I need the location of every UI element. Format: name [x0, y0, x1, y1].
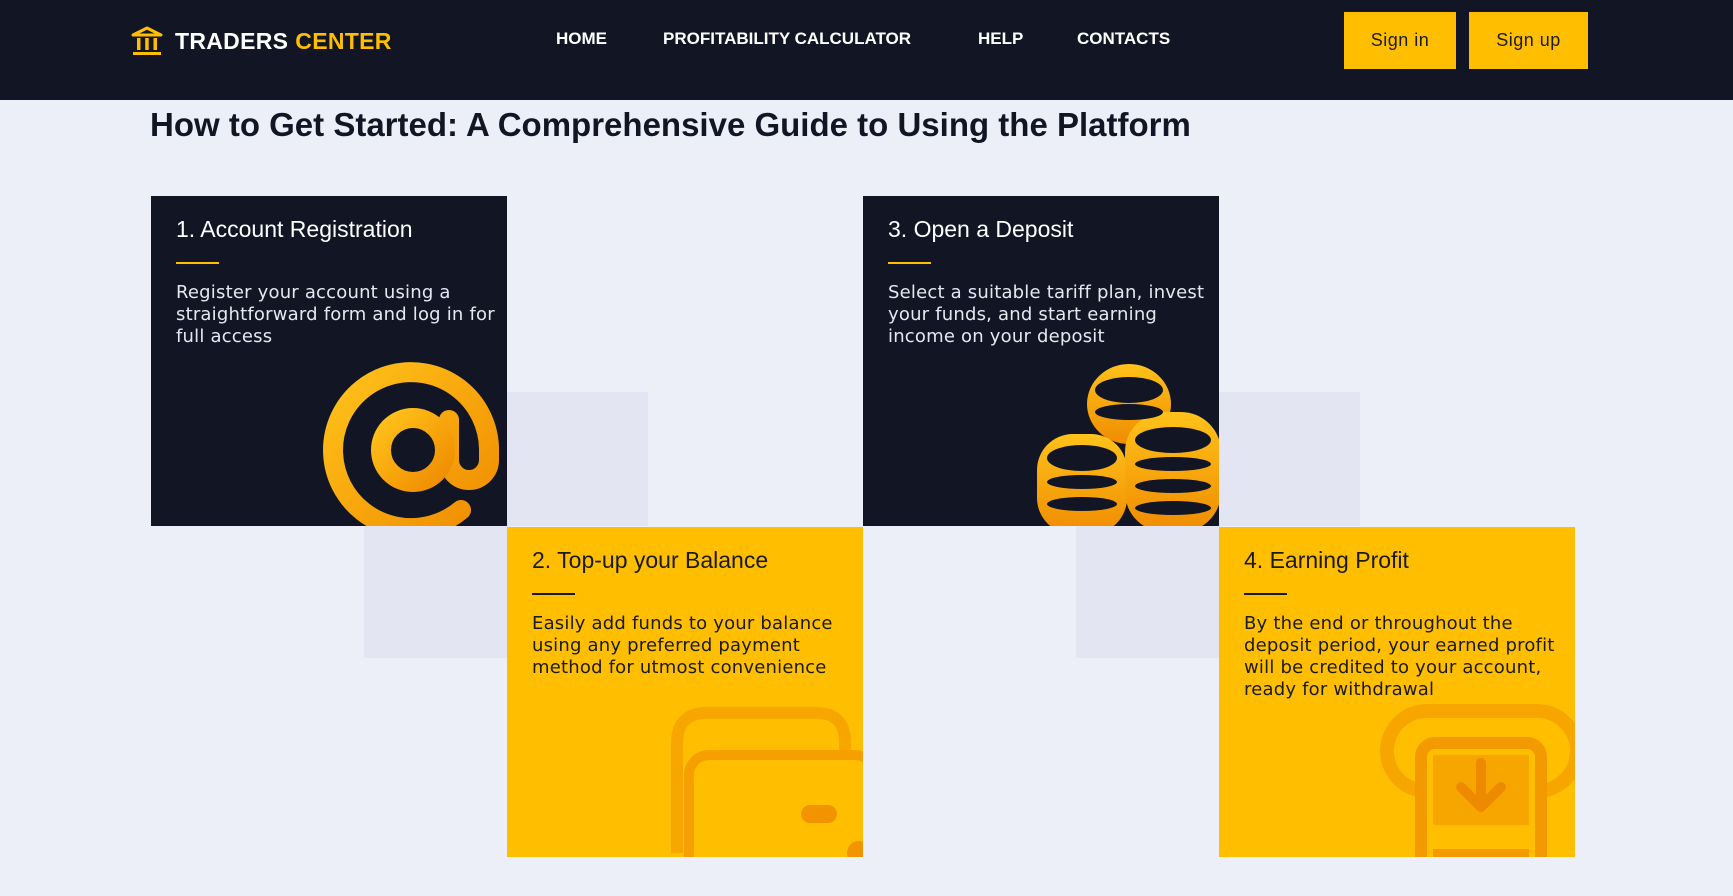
decorative-square	[1076, 526, 1220, 658]
step-description: Select a suitable tariff plan, invest yo…	[888, 282, 1205, 347]
title-underline	[1244, 593, 1287, 595]
sign-in-button[interactable]: Sign in	[1344, 12, 1456, 69]
sign-up-button[interactable]: Sign up	[1469, 12, 1588, 69]
step-card-open-deposit: 3. Open a Deposit Select a suitable tari…	[863, 196, 1219, 526]
decorative-square	[506, 392, 648, 526]
decorative-square	[1218, 392, 1360, 526]
step-card-top-up-balance: 2. Top-up your Balance Easily add funds …	[507, 527, 863, 857]
site-header: TRADERS CENTER HOME PROFITABILITY CALCUL…	[0, 0, 1733, 100]
brand-logo[interactable]: TRADERS CENTER	[131, 24, 392, 58]
wallet-icon	[671, 707, 863, 857]
step-description: By the end or throughout the deposit per…	[1244, 613, 1555, 700]
nav-help[interactable]: HELP	[978, 29, 1023, 49]
brand-name-part1: TRADERS	[175, 27, 289, 54]
step-description: Register your account using a straightfo…	[176, 282, 495, 347]
step-title: 3. Open a Deposit	[888, 216, 1074, 242]
nav-home[interactable]: HOME	[556, 29, 607, 49]
title-underline	[532, 593, 575, 595]
step-description: Easily add funds to your balance using a…	[532, 613, 833, 678]
at-sign-icon	[323, 362, 499, 526]
step-card-account-registration: 1. Account Registration Register your ac…	[151, 196, 507, 526]
nav-contacts[interactable]: CONTACTS	[1077, 29, 1170, 49]
brand-name-part2: CENTER	[295, 27, 392, 54]
decorative-square	[364, 526, 508, 658]
bank-building-icon	[131, 26, 163, 55]
coin-stacks-icon	[1037, 364, 1219, 526]
title-underline	[176, 262, 219, 264]
step-title: 1. Account Registration	[176, 216, 413, 242]
step-card-earning-profit: 4. Earning Profit By the end or througho…	[1219, 527, 1575, 857]
step-title: 2. Top-up your Balance	[532, 547, 769, 573]
withdraw-icon	[1380, 704, 1575, 857]
step-title: 4. Earning Profit	[1244, 547, 1409, 573]
nav-profitability-calculator[interactable]: PROFITABILITY CALCULATOR	[663, 29, 911, 49]
page-title: How to Get Started: A Comprehensive Guid…	[150, 106, 1191, 143]
title-underline	[888, 262, 931, 264]
